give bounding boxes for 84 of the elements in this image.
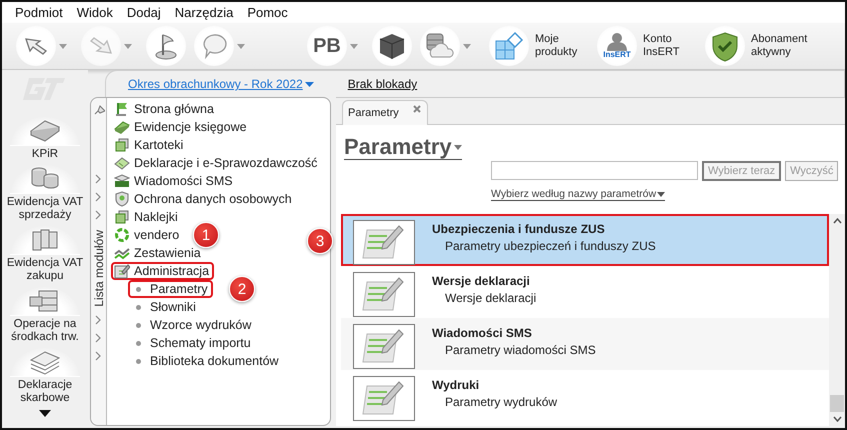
- row-title: Wydruki: [432, 378, 480, 392]
- account-button[interactable]: InsERT Konto InsERT: [597, 26, 693, 66]
- step-badge: 2: [229, 276, 255, 302]
- step-badge: 1: [193, 222, 219, 248]
- logo-text: InsERT: [603, 51, 631, 59]
- row-description: Wersje deklaracji: [445, 291, 536, 305]
- tree-item[interactable]: Schematy importu: [128, 334, 256, 352]
- search-field[interactable]: [491, 161, 698, 180]
- module-icon: [114, 191, 130, 207]
- row-title: Wersje deklaracji: [432, 274, 531, 288]
- row-description: Parametry wiadomości SMS: [445, 343, 596, 357]
- filter-link[interactable]: Wybierz według nazwy parametrów: [491, 188, 666, 201]
- period-link[interactable]: Okres obrachunkowy - Rok 2022: [128, 77, 314, 91]
- row-description: Parametry wydruków: [445, 395, 558, 409]
- bullet-icon: [136, 304, 141, 310]
- tree-item[interactable]: Strona główna: [111, 100, 219, 118]
- module-icon: [114, 173, 130, 189]
- chevron-icon[interactable]: [95, 314, 102, 325]
- chevron-icon[interactable]: [95, 332, 102, 343]
- sidebar-item[interactable]: Ewidencja VAT sprzedaży: [3, 196, 87, 222]
- scrollbar[interactable]: [829, 214, 845, 426]
- subscription-button[interactable]: Abonament aktywny: [705, 26, 841, 66]
- module-icon: [114, 209, 130, 225]
- close-icon[interactable]: [412, 105, 421, 113]
- scroll-up-icon[interactable]: [832, 218, 842, 224]
- caret-icon: [124, 44, 132, 48]
- row-title: Ubezpieczenia i fundusze ZUS: [432, 222, 606, 236]
- tree-item[interactable]: Wiadomości SMS: [111, 172, 238, 190]
- tree-item[interactable]: Parametry: [128, 280, 213, 298]
- tree-item[interactable]: Ochrona danych osobowych: [111, 190, 297, 208]
- sidebar-item[interactable]: Ewidencja VAT zakupu: [3, 257, 87, 283]
- module-icon: [114, 101, 130, 117]
- parameter-row[interactable]: Wiadomości SMS Parametry wiadomości SMS: [341, 318, 829, 370]
- panel-title: Lista modułów: [92, 230, 106, 307]
- menu-item[interactable]: Narzędzia: [168, 5, 240, 20]
- sidebar-item[interactable]: KPiR: [3, 148, 87, 161]
- caret-icon: [237, 44, 245, 48]
- tab[interactable]: Parametry: [342, 100, 428, 125]
- bullet-icon: [136, 358, 141, 364]
- tree-item[interactable]: Wzorce wydruków: [128, 316, 256, 334]
- tree-item[interactable]: Ewidencje księgowe: [111, 118, 252, 136]
- sidebar-item[interactable]: Deklaracje skarbowe: [3, 379, 87, 405]
- scroll-down-icon[interactable]: [832, 416, 842, 422]
- tree-item[interactable]: Kartoteki: [111, 136, 188, 154]
- caret-icon: [463, 44, 471, 48]
- lock-status-link[interactable]: Brak blokady: [348, 77, 418, 91]
- caret-icon: [454, 144, 462, 150]
- tree-item[interactable]: Deklaracje i e-Sprawozdawczość: [111, 154, 322, 172]
- sidebar-item[interactable]: Operacje na środkach trw.: [3, 318, 87, 344]
- edit-form-icon: [353, 272, 415, 317]
- tree-item[interactable]: vendero: [111, 226, 184, 244]
- bullet-icon: [136, 322, 141, 328]
- row-title: Wiadomości SMS: [432, 326, 533, 340]
- menu-item[interactable]: Dodaj: [120, 5, 168, 20]
- module-icon: [114, 137, 130, 153]
- tree-item[interactable]: Słowniki: [128, 298, 201, 316]
- scroll-down-icon[interactable]: [39, 410, 51, 417]
- edit-form-icon: [353, 220, 415, 265]
- menu-item[interactable]: Widok: [70, 5, 120, 20]
- module-icon: [114, 227, 130, 243]
- tree-item[interactable]: Naklejki: [111, 208, 183, 226]
- products-button[interactable]: Moje produkty: [489, 26, 585, 66]
- caret-icon: [350, 44, 358, 48]
- caret-icon: [59, 44, 67, 48]
- menu-item[interactable]: Podmiot: [8, 5, 70, 20]
- tree-item[interactable]: Administracja: [111, 262, 214, 280]
- module-icon: [114, 155, 130, 171]
- module-icon: [114, 263, 130, 279]
- toolbar-button[interactable]: [372, 26, 412, 66]
- caret-icon: [657, 192, 666, 196]
- bullet-icon: [136, 286, 141, 292]
- bullet-icon: [136, 340, 141, 346]
- row-description: Parametry ubezpieczeń i funduszy ZUS: [445, 239, 656, 253]
- page-title[interactable]: Parametry: [344, 135, 462, 160]
- menu-item[interactable]: Pomoc: [240, 5, 295, 20]
- pin-icon[interactable]: [92, 104, 104, 116]
- module-icon: [114, 119, 130, 135]
- chevron-icon[interactable]: [95, 350, 102, 361]
- edit-form-icon: [353, 376, 415, 421]
- person-icon: [606, 33, 628, 51]
- edit-form-icon: [353, 324, 415, 369]
- caret-icon: [304, 82, 314, 86]
- scroll-thumb[interactable]: [830, 395, 844, 412]
- tree-item[interactable]: Biblioteka dokumentów: [128, 352, 284, 370]
